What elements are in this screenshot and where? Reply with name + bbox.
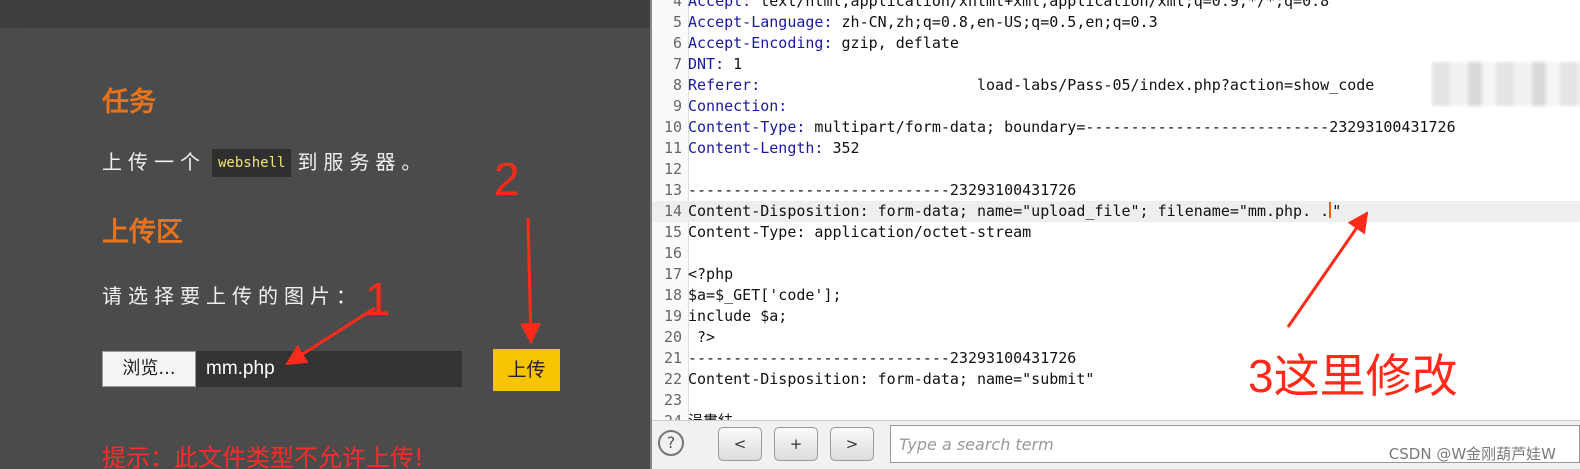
arrow-3 bbox=[1286, 211, 1369, 328]
annotation-label-3: 3这里修改 bbox=[1248, 350, 1458, 402]
arrow-2 bbox=[520, 217, 542, 345]
annotation-label-1: 1 bbox=[365, 273, 391, 325]
arrow-1 bbox=[285, 306, 376, 366]
annotation-label-2: 2 bbox=[494, 153, 520, 205]
